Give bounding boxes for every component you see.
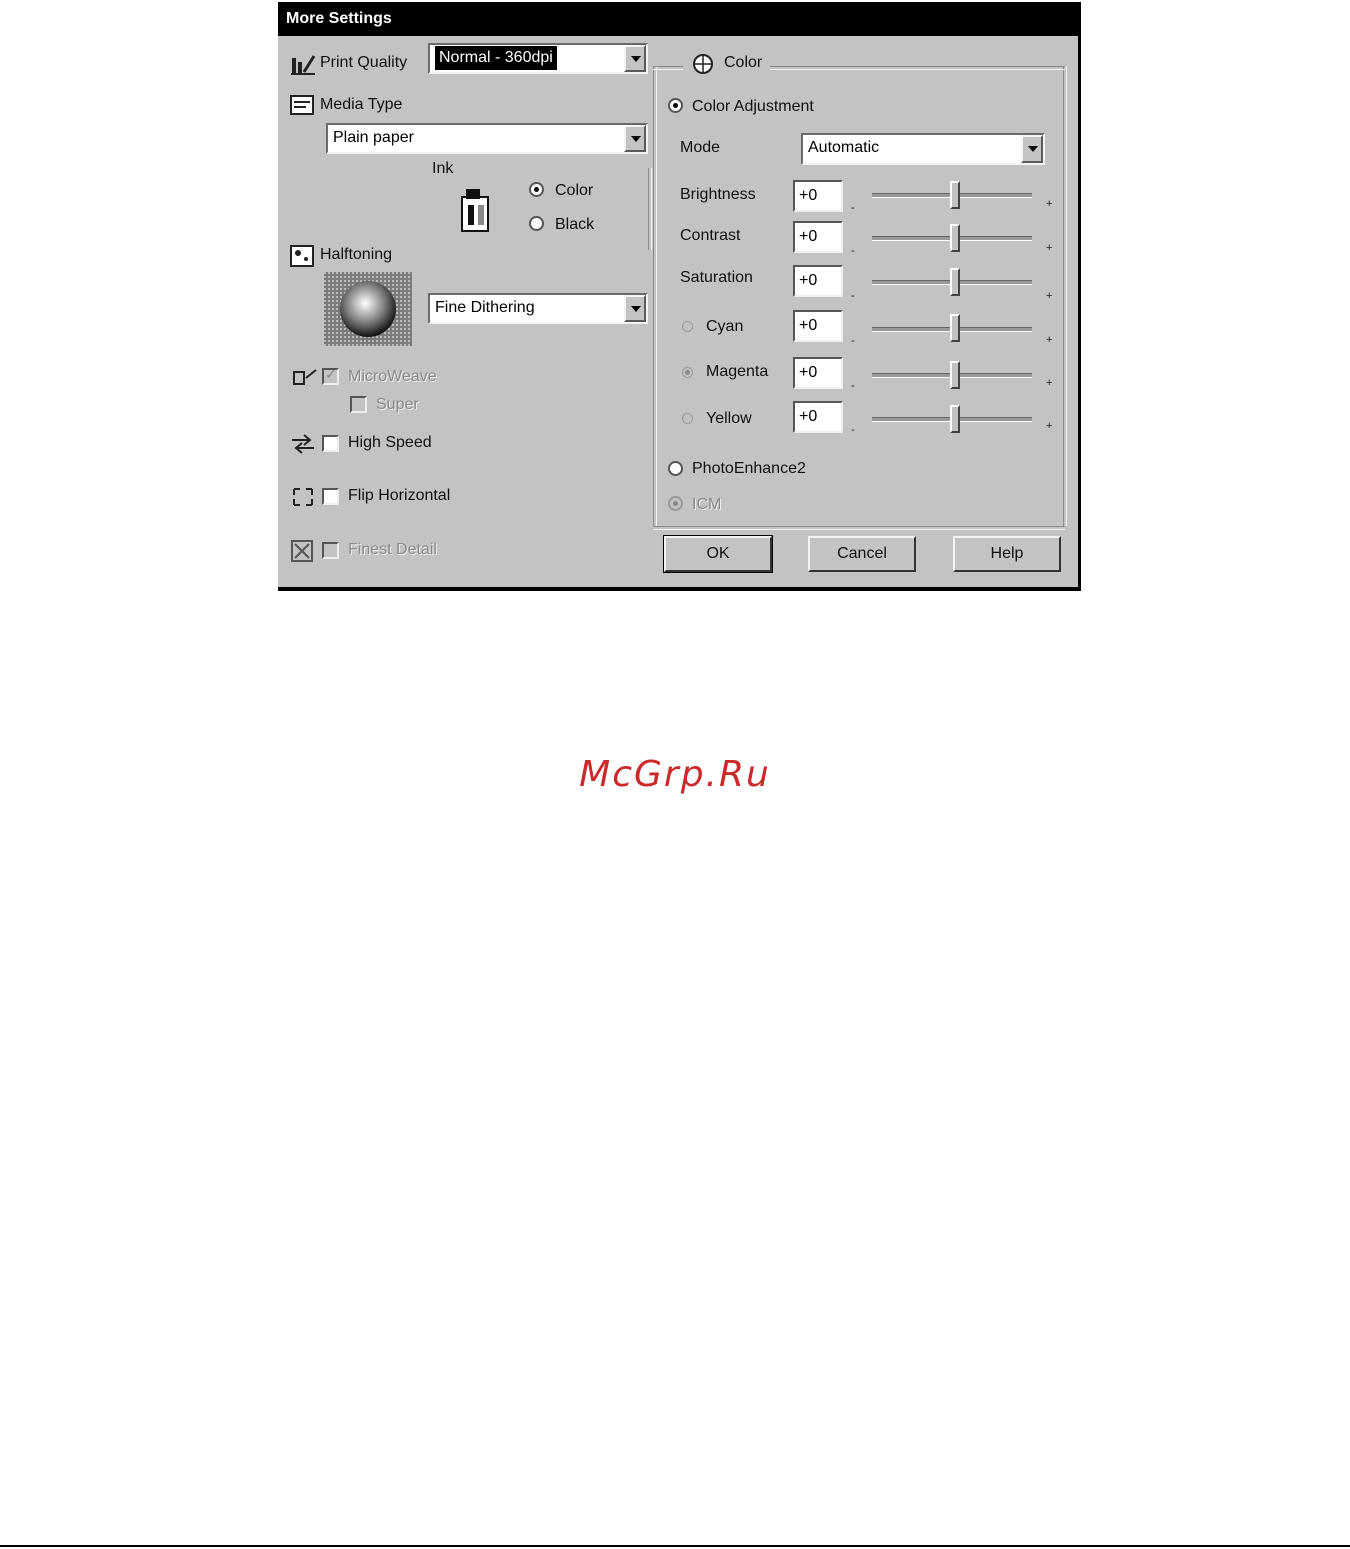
cyan-label: Cyan bbox=[706, 318, 744, 335]
mode-value: Automatic bbox=[808, 139, 880, 156]
watermark-text: McGrp.Ru bbox=[579, 754, 771, 795]
flip-horizontal-label[interactable]: Flip Horizontal bbox=[348, 487, 450, 505]
saturation-slider-thumb[interactable] bbox=[950, 268, 960, 296]
saturation-label: Saturation bbox=[680, 269, 753, 286]
magenta-indicator bbox=[682, 367, 693, 378]
super-label: Super bbox=[376, 396, 419, 413]
ink-color-radio[interactable] bbox=[529, 182, 544, 197]
media-type-select[interactable]: Plain paper bbox=[326, 123, 648, 154]
footer-rule bbox=[0, 1545, 1350, 1547]
icm-radio[interactable] bbox=[668, 496, 683, 511]
mode-select[interactable]: Automatic bbox=[801, 133, 1045, 165]
dialog-title-bar: More Settings bbox=[278, 2, 1078, 36]
print-quality-icon bbox=[291, 55, 316, 75]
yellow-value-field[interactable]: +0 bbox=[793, 401, 843, 433]
print-quality-label: Print Quality bbox=[320, 54, 408, 71]
chevron-down-icon[interactable] bbox=[624, 125, 646, 152]
flip-horizontal-checkbox[interactable] bbox=[322, 488, 339, 505]
color-icon bbox=[693, 54, 713, 74]
super-checkbox[interactable] bbox=[350, 396, 367, 413]
contrast-minus-tick: - bbox=[851, 245, 855, 257]
ink-divider bbox=[648, 168, 652, 250]
chevron-down-icon[interactable] bbox=[1021, 135, 1043, 163]
cyan-plus-tick: + bbox=[1046, 334, 1053, 346]
halftoning-label: Halftoning bbox=[320, 246, 393, 263]
color-group-bottom-border bbox=[653, 526, 1065, 530]
finest-detail-checkbox[interactable] bbox=[322, 542, 339, 559]
photoenhance2-radio[interactable] bbox=[668, 461, 683, 476]
color-group-left-border bbox=[653, 66, 657, 526]
color-group-top-border-left bbox=[653, 66, 683, 70]
magenta-value-field[interactable]: +0 bbox=[793, 357, 843, 389]
brightness-value-field[interactable]: +0 bbox=[793, 180, 843, 212]
magenta-plus-tick: + bbox=[1046, 377, 1053, 389]
brightness-slider-thumb[interactable] bbox=[950, 181, 960, 209]
help-button[interactable]: Help bbox=[953, 536, 1061, 572]
contrast-slider-thumb[interactable] bbox=[950, 224, 960, 252]
yellow-indicator bbox=[682, 413, 693, 424]
finest-detail-icon bbox=[291, 540, 313, 562]
magenta-label: Magenta bbox=[706, 363, 769, 380]
photoenhance2-label[interactable]: PhotoEnhance2 bbox=[692, 460, 806, 478]
microweave-label: MicroWeave bbox=[348, 368, 437, 385]
contrast-value-field[interactable]: +0 bbox=[793, 221, 843, 253]
cyan-slider-thumb[interactable] bbox=[950, 314, 960, 342]
more-settings-dialog: More Settings Print Quality Normal - 360… bbox=[278, 2, 1081, 591]
color-group-title: Color bbox=[724, 54, 763, 71]
media-type-label: Media Type bbox=[320, 96, 403, 113]
ink-color-label[interactable]: Color bbox=[555, 182, 593, 200]
ok-button[interactable]: OK bbox=[663, 535, 773, 573]
yellow-plus-tick: + bbox=[1046, 420, 1053, 432]
halftoning-icon bbox=[290, 245, 314, 267]
contrast-label: Contrast bbox=[680, 227, 741, 244]
brightness-minus-tick: - bbox=[851, 202, 855, 214]
cancel-button[interactable]: Cancel bbox=[808, 536, 916, 572]
brightness-label: Brightness bbox=[680, 186, 756, 203]
icm-label: ICM bbox=[692, 496, 722, 513]
cyan-minus-tick: - bbox=[851, 335, 855, 347]
color-group-right-border bbox=[1063, 66, 1067, 526]
print-quality-select[interactable]: Normal - 360dpi bbox=[428, 43, 648, 74]
microweave-icon bbox=[293, 369, 317, 385]
ink-black-radio[interactable] bbox=[529, 216, 544, 231]
chevron-down-icon[interactable] bbox=[624, 295, 646, 322]
flip-horizontal-icon bbox=[293, 488, 313, 506]
magenta-minus-tick: - bbox=[851, 380, 855, 392]
media-type-value: Plain paper bbox=[333, 129, 414, 146]
contrast-plus-tick: + bbox=[1046, 242, 1053, 254]
high-speed-icon bbox=[292, 434, 314, 454]
halftoning-select[interactable]: Fine Dithering bbox=[428, 293, 648, 324]
yellow-slider-thumb[interactable] bbox=[950, 405, 960, 433]
microweave-checkbox[interactable] bbox=[322, 366, 339, 385]
high-speed-label[interactable]: High Speed bbox=[348, 434, 432, 452]
mode-label: Mode bbox=[680, 139, 721, 156]
saturation-value-field[interactable]: +0 bbox=[793, 265, 843, 297]
yellow-label: Yellow bbox=[706, 410, 752, 427]
ink-cartridge-icon bbox=[461, 189, 489, 232]
yellow-minus-tick: - bbox=[851, 424, 855, 436]
high-speed-checkbox[interactable] bbox=[322, 435, 339, 452]
cyan-indicator bbox=[682, 321, 693, 332]
halftone-preview-image bbox=[324, 272, 412, 346]
ink-black-label[interactable]: Black bbox=[555, 216, 594, 234]
media-type-icon bbox=[290, 95, 314, 115]
print-quality-value: Normal - 360dpi bbox=[435, 46, 557, 70]
color-adjustment-radio[interactable] bbox=[668, 98, 683, 113]
saturation-minus-tick: - bbox=[851, 290, 855, 302]
color-group-top-border-right bbox=[770, 66, 1065, 70]
brightness-plus-tick: + bbox=[1046, 198, 1053, 210]
chevron-down-icon[interactable] bbox=[624, 45, 646, 72]
halftoning-value: Fine Dithering bbox=[435, 299, 535, 316]
finest-detail-label: Finest Detail bbox=[348, 541, 437, 558]
ink-label: Ink bbox=[432, 160, 454, 177]
magenta-slider-thumb[interactable] bbox=[950, 361, 960, 389]
cyan-value-field[interactable]: +0 bbox=[793, 310, 843, 342]
color-adjustment-label[interactable]: Color Adjustment bbox=[692, 98, 814, 116]
saturation-plus-tick: + bbox=[1046, 290, 1053, 302]
